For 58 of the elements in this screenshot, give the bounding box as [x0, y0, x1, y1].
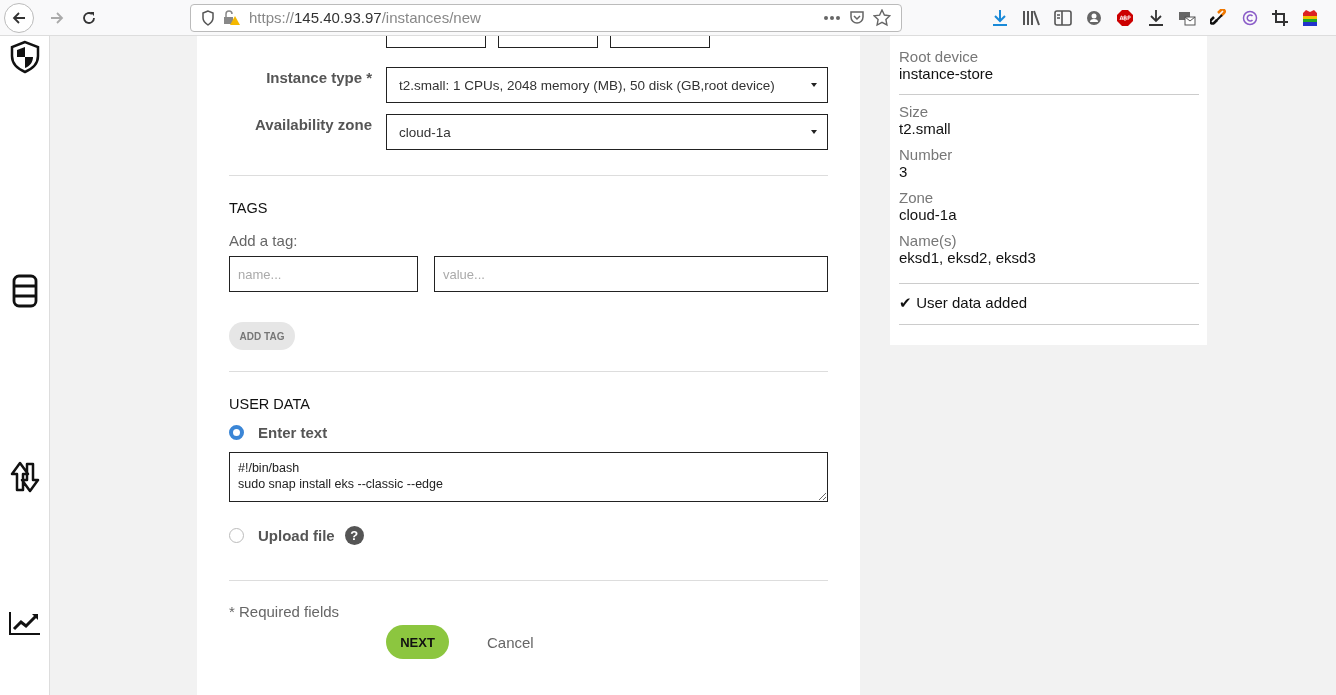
summary-label: Number: [899, 146, 954, 163]
summary-note: User data added: [916, 294, 1028, 311]
radio-label[interactable]: Enter text: [258, 424, 328, 441]
caret-icon: [811, 130, 817, 134]
database-icon[interactable]: [11, 274, 38, 308]
summary-value: cloud-1a: [899, 206, 958, 223]
input-field[interactable]: [498, 36, 598, 48]
field-label: Availability zone: [254, 115, 373, 135]
mail-screen-icon[interactable]: [1178, 9, 1196, 26]
radio-button[interactable]: [229, 425, 244, 440]
download-arrow-icon[interactable]: [1148, 8, 1164, 27]
select-dropdown[interactable]: t2.small: 1 CPUs, 2048 memory (MB), 50 disk (GB,root device): [386, 67, 828, 103]
tag-name-field[interactable]: name...: [229, 256, 418, 292]
field-label: Instance type *: [265, 68, 373, 88]
account-icon[interactable]: [1086, 9, 1102, 26]
summary-label: Zone: [899, 189, 935, 206]
shield-icon: [201, 9, 215, 26]
user-data-textarea[interactable]: #!/bin/bash sudo snap install eks --classic --edge: [229, 452, 828, 502]
sidebar-icon[interactable]: [1054, 9, 1072, 26]
crop-icon[interactable]: [1272, 9, 1288, 26]
summary-value: t2.small: [899, 120, 952, 137]
more-icon[interactable]: [823, 14, 841, 21]
warning-lock-icon: [223, 9, 241, 26]
field-label: Add a tag:: [229, 232, 299, 249]
summary-value: 3: [899, 163, 909, 180]
url-text: https://145.40.93.97/instances/new: [249, 9, 481, 26]
summary-label: Name(s): [899, 232, 958, 249]
tag-value-field[interactable]: value...: [434, 256, 828, 292]
check-icon: ✔: [899, 294, 912, 311]
library-icon[interactable]: [1022, 9, 1040, 26]
section-heading: TAGS: [229, 200, 269, 216]
back-button[interactable]: [4, 2, 34, 33]
summary-value: eksd1, eksd2, eksd3: [899, 249, 1037, 266]
help-icon[interactable]: ?: [344, 526, 364, 545]
input-field[interactable]: [386, 36, 486, 48]
radio-button[interactable]: [229, 528, 244, 543]
colorful-icon[interactable]: [1302, 8, 1318, 27]
shield-icon[interactable]: [8, 40, 41, 74]
required-note: * Required fields: [229, 603, 341, 620]
summary-label: Size: [899, 103, 930, 120]
summary-label: Root device: [899, 48, 980, 65]
radio-label[interactable]: Upload file: [258, 527, 335, 544]
chain-link-icon[interactable]: [1210, 8, 1228, 27]
next-button[interactable]: NEXT: [386, 625, 449, 659]
download-icon[interactable]: [992, 8, 1008, 27]
add-tag-button[interactable]: ADD TAG: [229, 322, 295, 350]
caret-icon: [811, 83, 817, 87]
address-bar[interactable]: https://145.40.93.97/instances/new: [190, 3, 902, 32]
select-dropdown[interactable]: cloud-1a: [386, 114, 828, 150]
summary-value: instance-store: [899, 65, 995, 82]
pocket-icon[interactable]: [849, 9, 865, 26]
cancel-button[interactable]: Cancel: [481, 632, 540, 652]
section-heading: USER DATA: [229, 396, 311, 412]
star-icon[interactable]: [873, 8, 891, 27]
input-field[interactable]: [610, 36, 710, 48]
adblock-icon[interactable]: [1116, 8, 1134, 27]
line-chart-icon[interactable]: [7, 610, 42, 636]
copyright-icon[interactable]: [1242, 9, 1258, 26]
